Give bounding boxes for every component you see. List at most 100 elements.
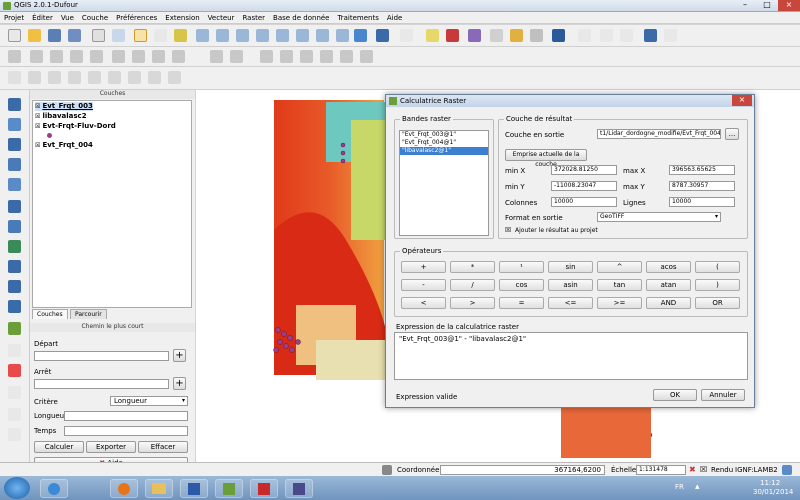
save-edits-icon[interactable]: [30, 50, 43, 63]
menu-projet[interactable]: Projet: [0, 12, 28, 24]
add-wfs-icon[interactable]: [168, 71, 181, 84]
copy-icon[interactable]: [152, 50, 165, 63]
globe-icon[interactable]: [8, 260, 21, 273]
op-greater-button[interactable]: >: [450, 297, 495, 309]
maxx-input[interactable]: 396563.65625: [669, 165, 735, 175]
render-checkbox[interactable]: ☒: [700, 465, 707, 474]
close-button[interactable]: ×: [778, 0, 800, 11]
add-vector-icon[interactable]: [8, 71, 21, 84]
stop-render-icon[interactable]: ✖: [689, 465, 696, 474]
firefox-taskbar-icon[interactable]: [110, 479, 138, 498]
op-atan-button[interactable]: atan: [646, 279, 691, 291]
layer-item-libavalasc2[interactable]: ☒ libavalasc2: [35, 112, 87, 121]
delete-ring-icon[interactable]: [340, 50, 353, 63]
current-extent-button[interactable]: Emprise actuelle de la couche: [505, 149, 587, 168]
hand-icon[interactable]: [154, 29, 167, 42]
layer-item-evt-frqt-003[interactable]: ☒ Evt_Frqt_003: [35, 102, 93, 111]
menu-editer[interactable]: Éditer: [28, 12, 57, 24]
op-asin-button[interactable]: asin: [548, 279, 593, 291]
crosshair-icon[interactable]: [8, 386, 21, 399]
menu-vecteur[interactable]: Vecteur: [204, 12, 239, 24]
wfs-tool-icon[interactable]: [8, 220, 21, 233]
op-sqrt-button[interactable]: ¹: [499, 261, 544, 273]
miny-input[interactable]: -11008.23047: [551, 181, 617, 191]
op-plus-button[interactable]: +: [401, 261, 446, 273]
new-project-icon[interactable]: [8, 29, 21, 42]
rows-input[interactable]: 10000: [669, 197, 735, 207]
band-item-selected[interactable]: "libavalasc2@1": [400, 147, 488, 155]
band-item[interactable]: "Evt_Frqt_004@1": [400, 139, 488, 147]
bookmark-icon[interactable]: [530, 29, 543, 42]
coordinate-field[interactable]: 367164,6200: [440, 465, 605, 475]
db-tool-icon[interactable]: [8, 138, 21, 151]
add-oracle-icon[interactable]: [108, 71, 121, 84]
save-as-icon[interactable]: [68, 29, 81, 42]
format-select[interactable]: GeoTIFF ▾: [597, 212, 721, 222]
app-taskbar-icon[interactable]: [285, 479, 313, 498]
word-taskbar-icon[interactable]: [180, 479, 208, 498]
move-feature-icon[interactable]: [70, 50, 83, 63]
menu-raster[interactable]: Raster: [238, 12, 269, 24]
output-path-input[interactable]: t1/Lidar_dordogne_modifie/Evt_Frqt_004.a…: [597, 129, 721, 139]
misc-tool-icon[interactable]: [8, 428, 21, 441]
depart-pick-button[interactable]: +: [173, 349, 186, 362]
new-print-composer-icon[interactable]: [92, 29, 105, 42]
critere-select[interactable]: Longueur ▾: [110, 396, 188, 406]
new-layer-icon[interactable]: [8, 322, 21, 335]
node-tool-icon[interactable]: [90, 50, 103, 63]
effacer-button[interactable]: Effacer: [138, 441, 188, 453]
calculer-button[interactable]: Calculer: [34, 441, 84, 453]
qgis-taskbar-icon[interactable]: [215, 479, 243, 498]
clock-time[interactable]: 11:12: [760, 479, 780, 487]
op-tan-button[interactable]: tan: [597, 279, 642, 291]
zoom-full-icon[interactable]: [256, 29, 269, 42]
columns-input[interactable]: 10000: [551, 197, 617, 207]
zoom-last-icon[interactable]: [316, 29, 329, 42]
crs-label[interactable]: IGNF:LAMB2: [735, 466, 778, 474]
expression-textarea[interactable]: "Evt_Frqt_003@1" - "libavalasc2@1": [394, 332, 748, 380]
wms-tool-icon[interactable]: [8, 178, 21, 191]
edit-pencil-icon[interactable]: [8, 50, 21, 63]
arret-pick-button[interactable]: +: [173, 377, 186, 390]
add-mssql-icon[interactable]: [88, 71, 101, 84]
depart-input[interactable]: [34, 351, 169, 361]
rotate-label-icon[interactable]: [620, 29, 633, 42]
op-cos-button[interactable]: cos: [499, 279, 544, 291]
clock-date[interactable]: 30/01/2014: [753, 488, 793, 496]
deselect-icon[interactable]: [426, 29, 439, 42]
messages-icon[interactable]: [782, 465, 792, 475]
add-part-icon[interactable]: [320, 50, 333, 63]
pdf-taskbar-icon[interactable]: [250, 479, 278, 498]
menu-extension[interactable]: Extension: [161, 12, 203, 24]
grid-icon[interactable]: [8, 408, 21, 421]
layer-item-evt-frqt-004[interactable]: ☒ Evt_Frqt_004: [35, 141, 93, 150]
op-open-paren-button[interactable]: (: [695, 261, 740, 273]
scale-combo[interactable]: 1:131478: [636, 465, 686, 475]
delimited-text-icon[interactable]: [8, 240, 21, 253]
zoom-out-icon[interactable]: [216, 29, 229, 42]
paste-icon[interactable]: [172, 50, 185, 63]
maxy-input[interactable]: 8787.30957: [669, 181, 735, 191]
gps-icon[interactable]: [8, 280, 21, 293]
menu-preferences[interactable]: Préférences: [112, 12, 161, 24]
digitize-icon[interactable]: [260, 50, 273, 63]
menu-base-de-donnee[interactable]: Base de donnée: [269, 12, 333, 24]
help-icon[interactable]: [644, 29, 657, 42]
delete-selected-icon[interactable]: [112, 50, 125, 63]
layer-item-evt-frqt-fluv-dord[interactable]: ☒ Evt-Frqt-Fluv-Dord: [35, 122, 116, 131]
vector-tool-icon[interactable]: [8, 98, 21, 111]
start-button-icon[interactable]: [4, 477, 30, 499]
op-minus-button[interactable]: -: [401, 279, 446, 291]
op-greater-equal-button[interactable]: >=: [597, 297, 642, 309]
add-wcs-icon[interactable]: [148, 71, 161, 84]
op-less-equal-button[interactable]: <=: [548, 297, 593, 309]
browse-button[interactable]: ...: [725, 128, 739, 140]
add-raster-icon[interactable]: [28, 71, 41, 84]
menu-vue[interactable]: Vue: [57, 12, 78, 24]
simplify-icon[interactable]: [280, 50, 293, 63]
zoom-selection-icon[interactable]: [296, 29, 309, 42]
minimize-button[interactable]: –: [734, 0, 756, 11]
spatialite-tool-icon[interactable]: [8, 158, 21, 171]
dialog-close-button[interactable]: ×: [732, 95, 752, 106]
field-calculator-icon[interactable]: [446, 29, 459, 42]
